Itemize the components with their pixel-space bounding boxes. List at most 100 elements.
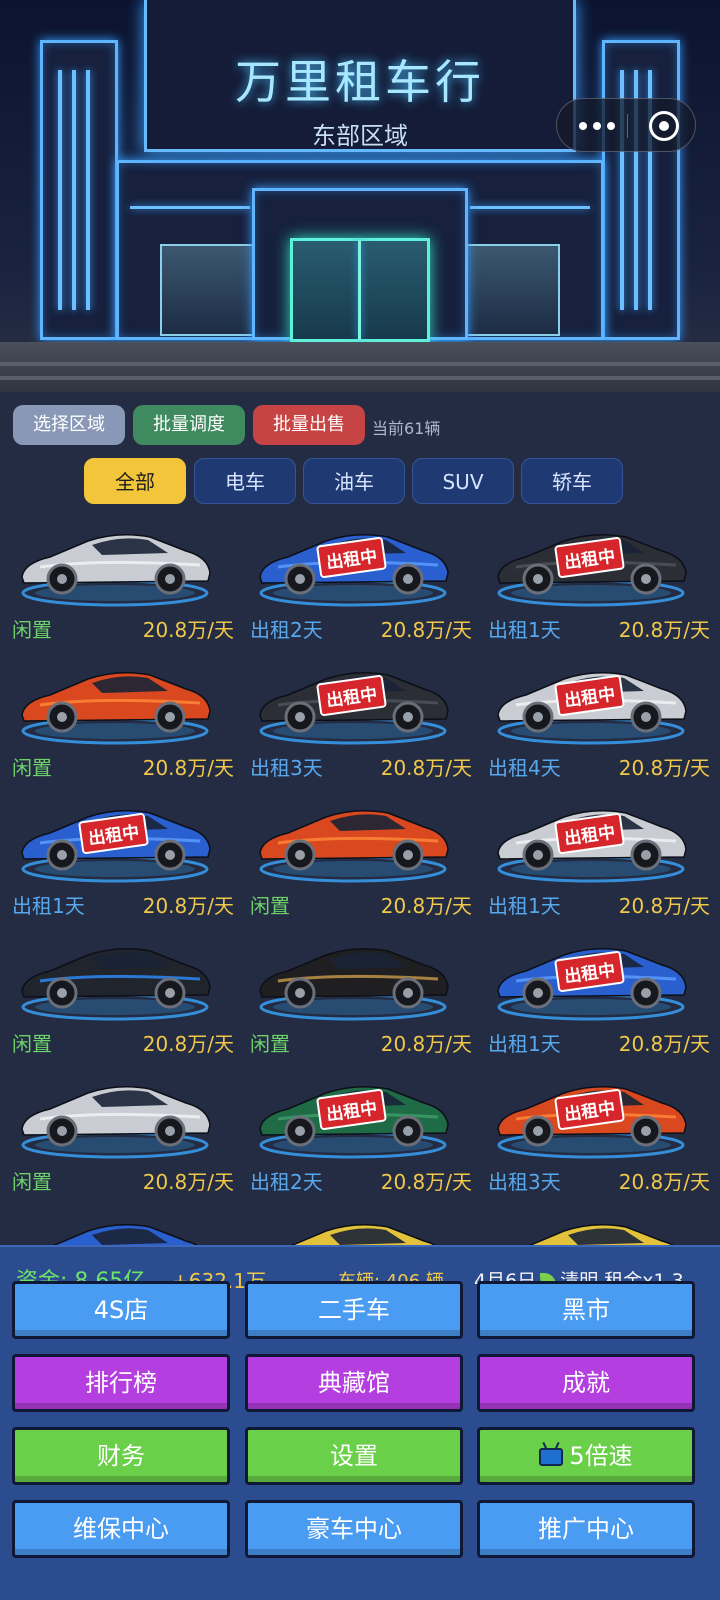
car-card[interactable]: 闲置 20.8万/天 <box>0 929 238 1067</box>
car-image <box>21 534 211 607</box>
tv-icon <box>539 1448 564 1466</box>
car-price: 20.8万/天 <box>142 894 234 918</box>
car-status: 出租2天 <box>250 618 323 642</box>
settings-button[interactable]: 设置 <box>245 1427 463 1485</box>
car-image <box>21 1086 211 1159</box>
right-window <box>464 244 560 336</box>
car-card[interactable]: 出租中 出租3天 20.8万/天 <box>238 653 476 791</box>
car-card[interactable]: 闲置 20.8万/天 <box>0 1067 238 1205</box>
car-card[interactable]: 出租中 出租1天 20.8万/天 <box>476 515 714 653</box>
car-status: 闲置 <box>250 894 290 918</box>
region-subtitle: 东部区域 <box>312 122 408 150</box>
car-card[interactable]: 出租中 出租3天 20.8万/天 <box>476 1067 714 1205</box>
tab-electric[interactable]: 电车 <box>194 458 296 504</box>
ground-stripe <box>0 376 720 380</box>
car-price: 20.8万/天 <box>142 1032 234 1056</box>
car-price: 20.8万/天 <box>618 1032 710 1056</box>
car-image <box>21 672 211 745</box>
car-card[interactable]: 出租中 出租1天 20.8万/天 <box>0 791 238 929</box>
car-card[interactable]: 闲置 20.8万/天 <box>238 791 476 929</box>
batch-dispatch-button[interactable]: 批量调度 <box>133 405 245 445</box>
used-car-button[interactable]: 二手车 <box>245 1281 463 1339</box>
car-status: 出租1天 <box>12 894 85 918</box>
miniprogram-capsule <box>556 98 696 152</box>
ranking-button[interactable]: 排行榜 <box>12 1354 230 1412</box>
car-card[interactable]: 闲置 20.8万/天 <box>0 515 238 653</box>
speed-button[interactable]: 5倍速 <box>477 1427 695 1485</box>
more-dots-icon[interactable] <box>575 109 621 143</box>
car-price: 20.8万/天 <box>142 618 234 642</box>
car-card[interactable]: 出租中 出租2天 20.8万/天 <box>238 515 476 653</box>
car-card[interactable]: 闲置 20.8万/天 <box>238 929 476 1067</box>
car-card[interactable]: 出租中 出租4天 20.8万/天 <box>476 653 714 791</box>
car-price: 20.8万/天 <box>380 1032 472 1056</box>
car-price: 20.8万/天 <box>142 756 234 780</box>
capsule-divider <box>627 114 628 138</box>
car-image <box>21 948 211 1021</box>
door-divider <box>358 240 361 340</box>
facade-trim <box>470 206 590 209</box>
promotion-button[interactable]: 推广中心 <box>477 1500 695 1558</box>
car-status: 出租3天 <box>250 756 323 780</box>
car-card[interactable] <box>0 1205 238 1245</box>
achievements-button[interactable]: 成就 <box>477 1354 695 1412</box>
showroom-header: 万里租车行 东部区域 <box>0 0 720 392</box>
tab-suv[interactable]: SUV <box>412 458 514 504</box>
vehicle-count-label: 当前61辆 <box>372 419 441 438</box>
tab-all[interactable]: 全部 <box>84 458 186 504</box>
car-price: 20.8万/天 <box>380 756 472 780</box>
car-card[interactable]: 出租中 出租1天 20.8万/天 <box>476 791 714 929</box>
left-tower <box>40 40 118 340</box>
tab-sedan[interactable]: 轿车 <box>521 458 623 504</box>
dealer-button[interactable]: 4S店 <box>12 1281 230 1339</box>
tab-fuel[interactable]: 油车 <box>303 458 405 504</box>
car-status: 出租1天 <box>488 1032 561 1056</box>
facade-trim <box>130 206 250 209</box>
maintenance-button[interactable]: 维保中心 <box>12 1500 230 1558</box>
title-sign: 万里租车行 东部区域 <box>144 0 576 152</box>
car-card[interactable]: 出租中 出租1天 20.8万/天 <box>476 929 714 1067</box>
left-tower-light <box>72 70 76 310</box>
speed-label: 5倍速 <box>569 1442 633 1470</box>
car-price: 20.8万/天 <box>142 1170 234 1194</box>
car-card[interactable] <box>238 1205 476 1245</box>
car-price: 20.8万/天 <box>618 756 710 780</box>
car-image <box>528 1224 674 1245</box>
ground <box>0 342 720 392</box>
car-image <box>290 1224 436 1245</box>
right-tower <box>602 40 680 340</box>
car-status: 出租1天 <box>488 894 561 918</box>
select-region-button[interactable]: 选择区域 <box>13 405 125 445</box>
car-price: 20.8万/天 <box>618 894 710 918</box>
left-tower-light <box>86 70 90 310</box>
car-grid: 闲置 20.8万/天 出租中 出租2天 20.8万/天 出租中 出租1天 20.8万/天 闲置 2… <box>0 515 720 1245</box>
car-card[interactable]: 出租中 出租2天 20.8万/天 <box>238 1067 476 1205</box>
left-tower-light <box>58 70 62 310</box>
target-circle-icon[interactable] <box>649 111 679 141</box>
bottom-panel: 资金: 8.65亿 +632.1万 车辆: 406 辆 4月6日清明 租金x1.… <box>0 1245 720 1600</box>
shop-title: 万里租车行 <box>235 55 485 109</box>
car-status: 出租4天 <box>488 756 561 780</box>
black-market-button[interactable]: 黑市 <box>477 1281 695 1339</box>
collection-button[interactable]: 典藏馆 <box>245 1354 463 1412</box>
car-status: 出租3天 <box>488 1170 561 1194</box>
car-status: 闲置 <box>12 618 52 642</box>
car-status: 闲置 <box>12 1170 52 1194</box>
car-image <box>259 948 449 1021</box>
car-image <box>259 810 449 883</box>
car-card[interactable]: 闲置 20.8万/天 <box>0 653 238 791</box>
luxury-button[interactable]: 豪车中心 <box>245 1500 463 1558</box>
game-screen: 万里租车行 东部区域 选择区域 批量调度 批量出售 当前61辆 全部 电车 油车… <box>0 0 720 1600</box>
left-window <box>160 244 256 336</box>
car-price: 20.8万/天 <box>380 894 472 918</box>
batch-sell-button[interactable]: 批量出售 <box>253 405 365 445</box>
car-status: 闲置 <box>12 1032 52 1056</box>
car-price: 20.8万/天 <box>380 1170 472 1194</box>
car-image <box>52 1224 198 1245</box>
car-status: 闲置 <box>250 1032 290 1056</box>
car-status: 出租2天 <box>250 1170 323 1194</box>
car-card[interactable] <box>476 1205 714 1245</box>
finance-button[interactable]: 财务 <box>12 1427 230 1485</box>
car-price: 20.8万/天 <box>380 618 472 642</box>
car-price: 20.8万/天 <box>618 1170 710 1194</box>
